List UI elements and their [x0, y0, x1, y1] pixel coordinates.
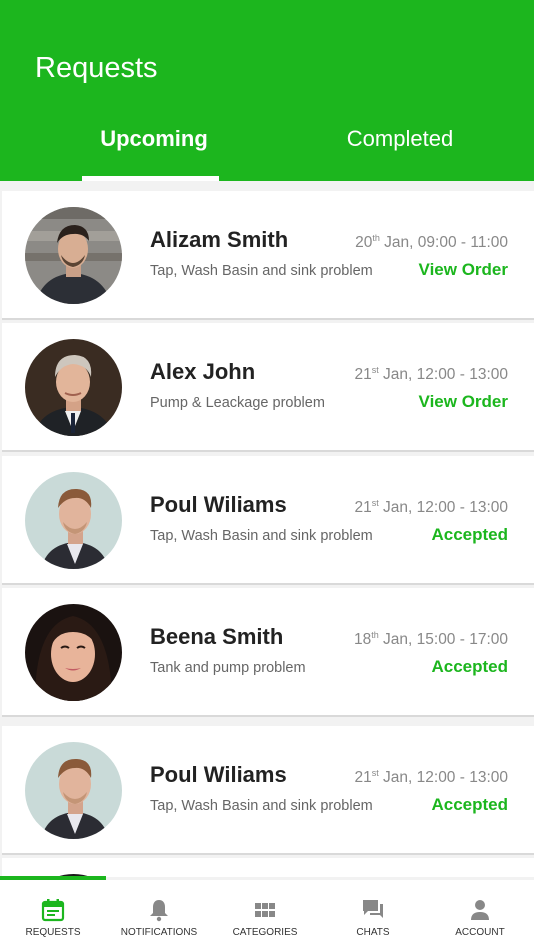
avatar	[25, 604, 122, 701]
customer-name: Poul Wiliams	[150, 492, 287, 517]
status-accepted: Accepted	[431, 795, 508, 814]
status-accepted: Accepted	[431, 657, 508, 676]
bell-icon	[150, 900, 168, 922]
tab-upcoming[interactable]: Upcoming	[54, 126, 254, 152]
nav-chats[interactable]: CHATS	[320, 880, 426, 950]
nav-label: CATEGORIES	[232, 927, 298, 938]
request-description: Tap, Wash Basin and sink problem	[150, 528, 373, 544]
calendar-icon	[41, 899, 65, 922]
customer-name: Alex John	[150, 359, 256, 384]
status-accepted: Accepted	[431, 525, 508, 544]
request-time: 21st Jan, 12:00 - 13:00	[354, 498, 508, 517]
avatar	[25, 207, 122, 304]
header-bar: Requests Upcoming Completed	[0, 0, 534, 181]
request-time: 18th Jan, 15:00 - 17:00	[353, 630, 508, 649]
request-description: Tap, Wash Basin and sink problem	[150, 263, 373, 279]
nav-label: ACCOUNT	[455, 927, 505, 938]
request-list[interactable]: Alizam Smith Tap, Wash Basin and sink pr…	[0, 181, 534, 877]
request-time: 20th Jan, 09:00 - 11:00	[355, 233, 508, 252]
customer-name: Alizam Smith	[150, 227, 289, 252]
view-order-link[interactable]: View Order	[419, 392, 508, 412]
request-card[interactable]: Alizam Smith Tap, Wash Basin and sink pr…	[2, 191, 534, 320]
nav-account[interactable]: ACCOUNT	[427, 880, 533, 950]
grid-icon	[255, 903, 275, 917]
avatar	[25, 472, 122, 569]
avatar	[25, 742, 122, 839]
view-order-link[interactable]: View Order	[419, 260, 508, 280]
avatar	[25, 339, 122, 436]
nav-label: REQUESTS	[25, 927, 81, 938]
request-card[interactable]: Poul Wiliams Tap, Wash Basin and sink pr…	[2, 456, 534, 585]
request-card[interactable]: Beena Smith Tank and pump problem 18th J…	[2, 588, 534, 717]
customer-name: Beena Smith	[150, 624, 284, 649]
nav-notifications[interactable]: NOTIFICATIONS	[106, 880, 212, 950]
nav-label: CHATS	[356, 927, 390, 938]
person-icon	[471, 900, 489, 920]
request-card[interactable]	[2, 858, 534, 877]
nav-requests[interactable]: REQUESTS	[0, 880, 106, 950]
nav-label: NOTIFICATIONS	[120, 927, 198, 938]
request-description: Pump & Leackage problem	[150, 395, 325, 411]
page-title: Requests	[35, 52, 158, 84]
request-time: 21st Jan, 12:00 - 13:00	[354, 365, 508, 384]
bottom-navigation: REQUESTS NOTIFICATIONS CATEGORIES CHATS	[0, 880, 534, 950]
request-card[interactable]: Poul Wiliams Tap, Wash Basin and sink pr…	[2, 726, 534, 855]
request-description: Tank and pump problem	[150, 660, 306, 676]
request-description: Tap, Wash Basin and sink problem	[150, 798, 373, 814]
nav-categories[interactable]: CATEGORIES	[212, 880, 318, 950]
chat-icon	[363, 900, 383, 918]
tab-completed[interactable]: Completed	[300, 126, 500, 152]
customer-name: Poul Wiliams	[150, 762, 287, 787]
request-card[interactable]: Alex John Pump & Leackage problem 21st J…	[2, 323, 534, 452]
request-time: 21st Jan, 12:00 - 13:00	[354, 768, 508, 787]
